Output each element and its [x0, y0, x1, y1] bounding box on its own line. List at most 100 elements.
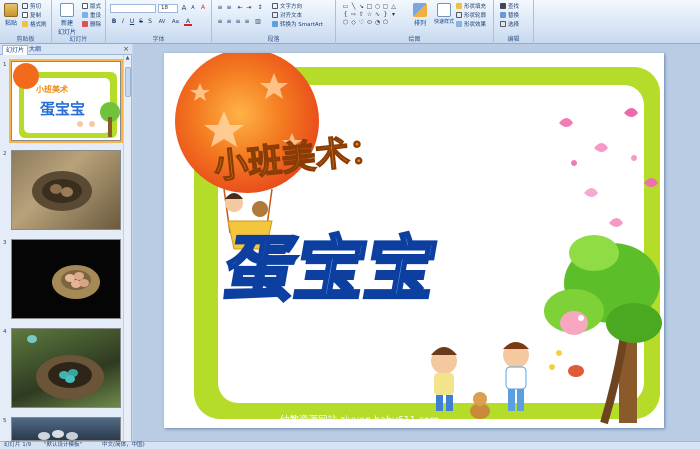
shape-curve[interactable]: ∿ — [374, 11, 381, 18]
tab-outline[interactable]: 大纲 — [26, 45, 44, 55]
copy-button[interactable]: 复制 — [22, 11, 41, 19]
align-left-button[interactable]: ≡ — [216, 18, 224, 26]
brush-icon — [22, 21, 28, 27]
panel-tabs: 幻灯片 大纲 × — [0, 44, 132, 55]
arrange-button[interactable]: 排列 — [410, 3, 430, 27]
shape-line[interactable]: ╲ — [350, 3, 357, 10]
numbering-button[interactable]: ≡ — [225, 4, 233, 12]
shape-rounded[interactable]: ▢ — [382, 3, 389, 10]
thumb-number-5: 5 — [3, 418, 7, 424]
svg-text:蛋宝宝: 蛋宝宝 — [40, 100, 85, 118]
shape-more[interactable]: ▾ — [390, 11, 397, 18]
shape-oval[interactable]: ○ — [374, 3, 381, 10]
new-slide-button[interactable]: 新建 幻灯片 — [56, 3, 78, 36]
change-case-button[interactable]: Aa — [170, 18, 181, 26]
text-direction-icon — [272, 3, 278, 9]
bullets-button[interactable]: ≡ — [216, 4, 224, 12]
current-slide[interactable]: 小班美术： 蛋宝宝 幼教资源网站 ziyuan.baby611.com — [164, 53, 664, 428]
reset-icon — [82, 12, 88, 18]
quick-styles-button[interactable]: 快速样式 — [432, 3, 456, 25]
paste-button[interactable]: 粘贴 — [3, 3, 19, 27]
decrease-indent-button[interactable]: ⇤ — [236, 4, 244, 12]
editing-group-label: 编辑 — [507, 36, 520, 43]
thumb-number-4: 4 — [3, 329, 7, 335]
select-button[interactable]: 选择 — [500, 20, 519, 28]
close-panel-icon[interactable]: × — [123, 45, 129, 53]
format-painter-button[interactable]: 格式刷 — [22, 20, 47, 28]
grow-font-button[interactable]: A — [180, 4, 188, 12]
effects-icon — [456, 21, 462, 27]
slide-thumbnail-4[interactable] — [11, 328, 121, 408]
text-direction-button[interactable]: 文字方向 — [272, 2, 302, 10]
shape-hex[interactable]: ⬡ — [342, 19, 349, 26]
italic-button[interactable]: I — [119, 18, 127, 26]
find-button[interactable]: 查找 — [500, 2, 519, 10]
char-spacing-button[interactable]: AV — [156, 18, 168, 26]
shape-rarrow[interactable]: ⇨ — [350, 11, 357, 18]
svg-text:小班美术: 小班美术 — [35, 84, 68, 94]
shape-pentagon[interactable]: ⬠ — [382, 19, 389, 26]
underline-button[interactable]: U — [128, 18, 136, 26]
shape-effects-button[interactable]: 形状效果 — [456, 20, 486, 28]
slides-group: 新建 幻灯片 版式 重设 删除 幻灯片 — [52, 0, 106, 44]
thumb4-art — [27, 335, 104, 399]
align-text-button[interactable]: 对齐文本 — [272, 11, 302, 19]
justify-button[interactable]: ≡ — [243, 18, 251, 26]
scroll-up-icon[interactable]: ▲ — [124, 55, 131, 63]
shape-bracket[interactable]: { — [342, 11, 349, 18]
font-size-combo[interactable]: 18 — [158, 4, 178, 13]
line-spacing-button[interactable]: ↕ — [256, 4, 264, 12]
panel-scrollbar[interactable]: ▲ — [123, 55, 131, 441]
shape-triangle[interactable]: △ — [390, 3, 397, 10]
strikethrough-button[interactable]: S — [137, 18, 145, 26]
shape-uarrow[interactable]: ⇧ — [358, 11, 365, 18]
align-right-button[interactable]: ≡ — [234, 18, 242, 26]
layout-button[interactable]: 版式 — [82, 2, 101, 10]
slide-thumbnail-5[interactable] — [11, 417, 121, 441]
font-name-combo[interactable] — [110, 4, 156, 13]
reset-button[interactable]: 重设 — [82, 11, 101, 19]
slide-footer: 幼教资源网站 ziyuan.baby611.com — [280, 414, 439, 426]
clear-format-button[interactable]: A — [199, 4, 207, 12]
smartart-button[interactable]: 转换为 SmartArt — [272, 20, 323, 28]
replace-button[interactable]: 替换 — [500, 11, 519, 19]
shape-heart[interactable]: ♡ — [358, 19, 365, 26]
paste-label: 粘贴 — [4, 20, 17, 27]
shape-rect[interactable]: □ — [366, 3, 373, 10]
slide-counter: 幻灯片 1/9 — [4, 442, 32, 448]
thumb3-art — [52, 265, 100, 299]
align-text-icon — [272, 12, 278, 18]
cursor-icon — [500, 21, 506, 27]
shape-fill-button[interactable]: 形状填充 — [456, 2, 486, 10]
paragraph-group-label: 段落 — [267, 36, 280, 43]
cut-button[interactable]: 剪切 — [22, 2, 41, 10]
shape-textbox[interactable]: ▭ — [342, 3, 349, 10]
tab-slides[interactable]: 幻灯片 — [2, 45, 29, 55]
shadow-button[interactable]: S — [146, 18, 154, 26]
columns-button[interactable]: ▥ — [254, 18, 262, 26]
shape-callout[interactable]: ◔ — [374, 19, 381, 26]
slide-thumbnail-1[interactable]: 小班美术 蛋宝宝 — [9, 59, 123, 143]
slide-thumbnail-3[interactable] — [11, 239, 121, 319]
shape-flow[interactable]: ⬭ — [366, 19, 373, 26]
copy-label: 复制 — [30, 13, 42, 19]
slide-thumbnail-2[interactable] — [11, 150, 121, 230]
cut-label: 剪切 — [30, 4, 42, 10]
bold-button[interactable]: B — [110, 18, 118, 26]
align-center-button[interactable]: ≡ — [225, 18, 233, 26]
shrink-font-button[interactable]: A — [189, 4, 197, 12]
delete-slide-button[interactable]: 删除 — [82, 20, 101, 28]
slide-title[interactable]: 蛋宝宝 — [217, 227, 444, 311]
theme-name: "默认设计模板" — [44, 442, 83, 448]
shape-diamond[interactable]: ◇ — [350, 19, 357, 26]
font-color-button[interactable]: A — [184, 18, 192, 26]
language-indicator: 中文(简体，中国) — [102, 442, 145, 448]
increase-indent-button[interactable]: ⇥ — [245, 4, 253, 12]
shape-outline-button[interactable]: 形状轮廓 — [456, 11, 486, 19]
slides-group-label: 幻灯片 — [69, 36, 88, 43]
shape-star[interactable]: ☆ — [366, 11, 373, 18]
shape-brace[interactable]: } — [382, 11, 389, 18]
font-group-label: 字体 — [152, 36, 165, 43]
shape-arrow[interactable]: ↘ — [358, 3, 365, 10]
scrollbar-thumb[interactable] — [125, 67, 131, 97]
